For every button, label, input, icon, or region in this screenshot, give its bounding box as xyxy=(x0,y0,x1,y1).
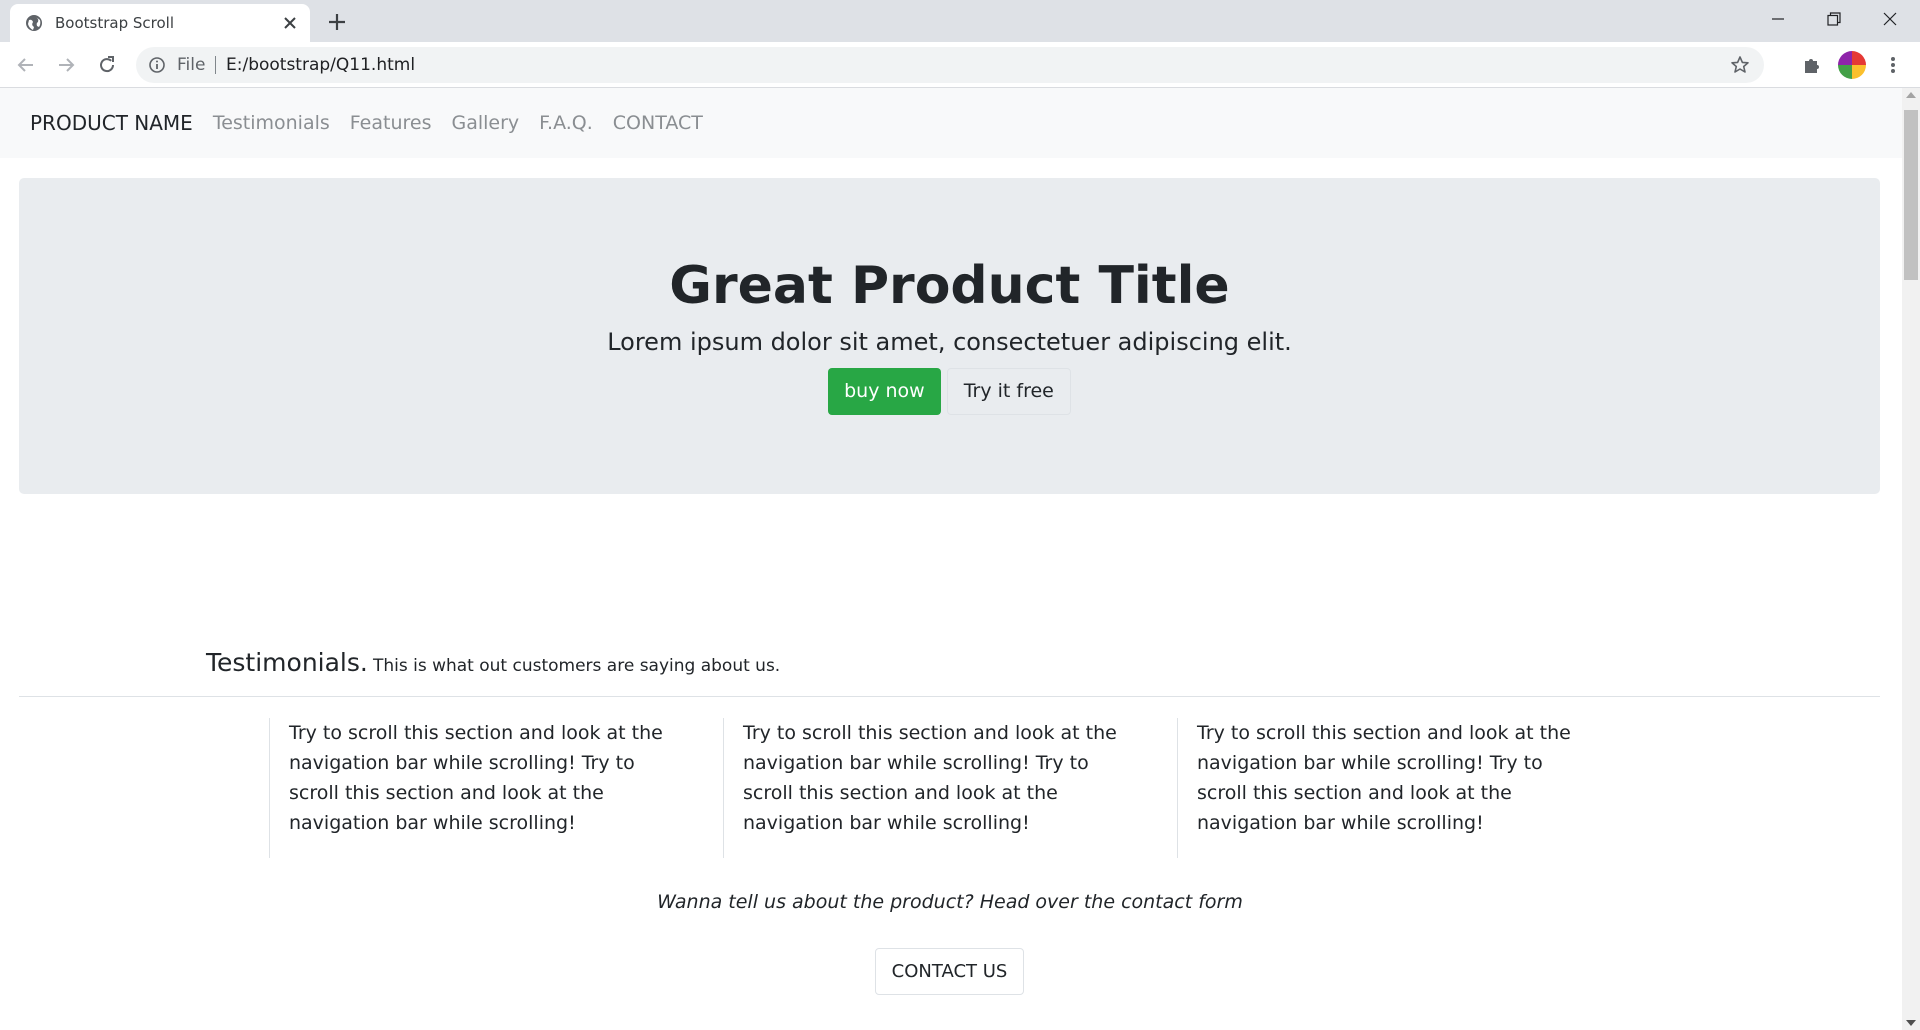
browser-toolbar: File E:/bootstrap/Q11.html xyxy=(0,42,1920,88)
nav-link-contact[interactable]: CONTACT xyxy=(613,112,703,134)
browser-tabstrip: Bootstrap Scroll xyxy=(0,0,1920,42)
testimonials-subtitle: This is what out customers are saying ab… xyxy=(372,656,781,676)
puzzle-icon xyxy=(1805,59,1819,73)
testimonials-title: Testimonials. xyxy=(206,648,368,677)
reload-icon xyxy=(100,56,115,73)
minimize-button[interactable] xyxy=(1750,0,1806,38)
browser-tab[interactable]: Bootstrap Scroll xyxy=(10,4,310,42)
bookmark-star-icon[interactable] xyxy=(1730,55,1750,75)
testimonials-heading: Testimonials. This is what out customers… xyxy=(206,648,780,677)
tab-title: Bootstrap Scroll xyxy=(55,14,174,32)
testimonial-text: Try to scroll this section and look at t… xyxy=(289,722,663,834)
back-button[interactable] xyxy=(14,53,38,77)
site-navbar: PRODUCT NAME Testimonials Features Galle… xyxy=(0,88,1902,158)
testimonial-column: Try to scroll this section and look at t… xyxy=(1177,718,1597,858)
forward-button[interactable] xyxy=(54,53,78,77)
page-scrollbar[interactable] xyxy=(1902,88,1920,1030)
restore-button[interactable] xyxy=(1806,0,1862,38)
omnibox-divider xyxy=(215,56,216,74)
url-scheme-label: File xyxy=(177,55,206,75)
contact-us-button[interactable]: CONTACT US xyxy=(875,948,1024,995)
testimonial-text: Try to scroll this section and look at t… xyxy=(1197,722,1571,834)
testimonial-column: Try to scroll this section and look at t… xyxy=(723,718,1143,858)
try-free-button[interactable]: Try it free xyxy=(946,368,1071,415)
hero-title: Great Product Title xyxy=(669,256,1230,316)
hero-buttons: buy now Try it free xyxy=(19,368,1880,415)
nav-link-faq[interactable]: F.A.Q. xyxy=(539,112,593,134)
nav-link-gallery[interactable]: Gallery xyxy=(451,112,519,134)
page-viewport: PRODUCT NAME Testimonials Features Galle… xyxy=(0,88,1920,1030)
extensions-button[interactable] xyxy=(1800,53,1824,77)
reload-button[interactable] xyxy=(95,53,119,77)
url-text[interactable]: E:/bootstrap/Q11.html xyxy=(226,47,415,83)
arrow-left-icon xyxy=(17,58,33,72)
testimonial-column: Try to scroll this section and look at t… xyxy=(269,718,689,858)
close-icon[interactable] xyxy=(280,13,300,33)
restore-icon xyxy=(1827,12,1841,26)
more-vert-icon xyxy=(1891,57,1895,73)
window-close-button[interactable] xyxy=(1862,0,1918,38)
profile-avatar[interactable] xyxy=(1838,51,1866,79)
info-icon[interactable] xyxy=(148,56,166,74)
scrollbar-thumb[interactable] xyxy=(1904,110,1918,280)
browser-menu-button[interactable] xyxy=(1881,53,1905,77)
scroll-down-arrow-icon[interactable] xyxy=(1906,1020,1916,1026)
globe-icon xyxy=(26,15,42,31)
minimize-icon xyxy=(1772,18,1784,20)
nav-link-features[interactable]: Features xyxy=(350,112,432,134)
buy-now-button[interactable]: buy now xyxy=(828,368,941,415)
window-close-icon xyxy=(1883,12,1897,26)
new-tab-icon[interactable] xyxy=(324,9,350,35)
testimonial-text: Try to scroll this section and look at t… xyxy=(743,722,1117,834)
navbar-brand[interactable]: PRODUCT NAME xyxy=(30,111,193,135)
arrow-right-icon xyxy=(59,58,75,72)
section-divider xyxy=(19,696,1880,697)
hero-lead: Lorem ipsum dolor sit amet, consectetuer… xyxy=(607,328,1292,356)
scroll-up-arrow-icon[interactable] xyxy=(1906,92,1916,98)
contact-prompt: Wanna tell us about the product? Head ov… xyxy=(657,891,1243,913)
hero-jumbotron: Great Product Title Lorem ipsum dolor si… xyxy=(19,178,1880,494)
address-bar[interactable]: File E:/bootstrap/Q11.html xyxy=(136,47,1764,83)
nav-link-testimonials[interactable]: Testimonials xyxy=(213,112,330,134)
